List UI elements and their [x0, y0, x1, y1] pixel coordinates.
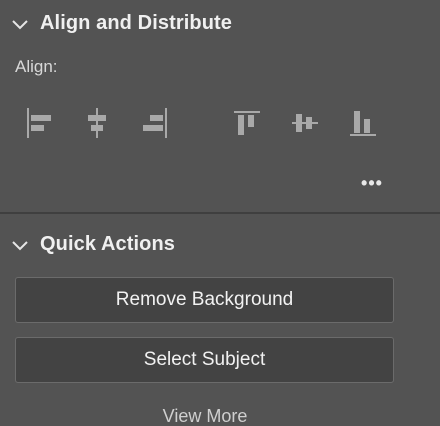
view-more-link[interactable]: View More: [0, 406, 410, 426]
select-subject-button[interactable]: Select Subject: [15, 337, 394, 383]
align-vertical-center-button[interactable]: [290, 106, 320, 140]
align-left-icon: [24, 106, 54, 140]
align-right-icon: [140, 106, 170, 140]
properties-panel: Align and Distribute Align: ••• Quick Ac…: [0, 0, 440, 426]
section-title: Align and Distribute: [40, 12, 232, 34]
align-top-button[interactable]: [232, 106, 262, 140]
align-distribute-header[interactable]: Align and Distribute: [0, 10, 440, 38]
remove-background-button[interactable]: Remove Background: [15, 277, 394, 323]
quick-actions-header[interactable]: Quick Actions: [0, 231, 440, 259]
align-bottom-icon: [348, 106, 378, 140]
align-horizontal-center-icon: [82, 106, 112, 140]
align-vertical-center-icon: [290, 106, 320, 140]
section-title: Quick Actions: [40, 233, 176, 255]
chevron-down-icon: [10, 236, 30, 256]
section-divider: [0, 212, 440, 214]
chevron-down-icon: [10, 15, 30, 35]
align-bottom-button[interactable]: [348, 106, 378, 140]
more-options-button[interactable]: •••: [356, 172, 388, 194]
align-label: Align:: [15, 57, 58, 76]
align-left-button[interactable]: [24, 106, 54, 140]
align-right-button[interactable]: [140, 106, 170, 140]
align-top-icon: [232, 106, 262, 140]
align-horizontal-center-button[interactable]: [82, 106, 112, 140]
